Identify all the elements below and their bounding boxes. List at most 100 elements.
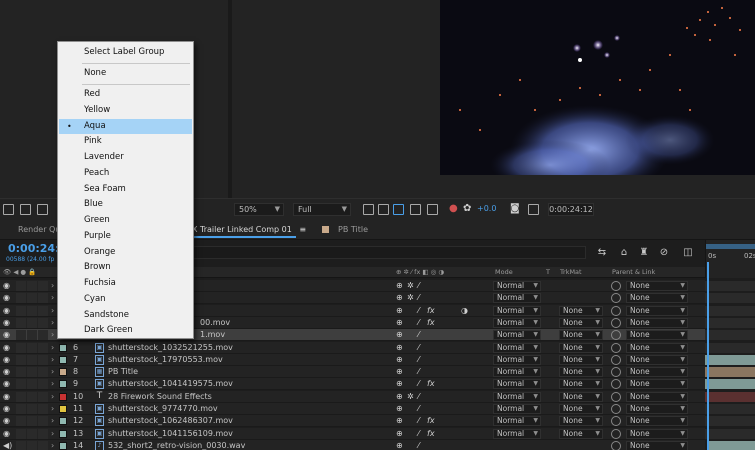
twirl-expand-icon[interactable]: › — [51, 392, 54, 401]
lock-toggle[interactable] — [38, 317, 48, 328]
shy-switch-icon[interactable]: ⊕ — [396, 367, 403, 376]
fx-switch-icon[interactable]: fx — [427, 318, 435, 327]
layer-row[interactable]: ◉ › 8 ▦ PB Title ⊕ ⁄ Normal ▼ None ▼ None ▼ — [0, 366, 705, 379]
layer-name[interactable]: 1.mov — [200, 330, 225, 339]
layer-duration-bar[interactable] — [705, 317, 755, 328]
parent-select[interactable]: None ▼ — [626, 317, 688, 328]
audio-toggle[interactable] — [16, 379, 26, 390]
audio-toggle[interactable] — [16, 281, 26, 291]
grid-icon[interactable] — [20, 204, 31, 215]
quality-switch-icon[interactable]: ⁄ — [418, 429, 419, 438]
mask-icon[interactable] — [37, 204, 48, 215]
quality-switch-icon[interactable]: ⁄ — [418, 306, 419, 315]
visibility-eye-icon[interactable]: ◉ — [3, 294, 12, 302]
lock-toggle[interactable] — [38, 342, 48, 353]
menu-item-peach[interactable]: Peach — [59, 166, 192, 181]
pickwhip-icon[interactable] — [611, 330, 621, 341]
twirl-expand-icon[interactable]: › — [51, 293, 54, 302]
solo-toggle[interactable] — [27, 305, 37, 316]
audio-toggle[interactable] — [16, 342, 26, 353]
composition-preview[interactable] — [440, 0, 755, 175]
quality-switch-icon[interactable]: ⁄ — [418, 367, 419, 376]
layer-duration-bar[interactable] — [705, 404, 755, 414]
quality-switch-icon[interactable]: ⁄ — [418, 355, 419, 364]
draft-3d-icon[interactable]: ⌂ — [618, 247, 630, 258]
twirl-expand-icon[interactable]: › — [51, 318, 54, 327]
trkmat-select[interactable]: None ▼ — [559, 428, 603, 439]
trkmat-select[interactable]: None ▼ — [559, 379, 603, 390]
trkmat-select[interactable]: None ▼ — [559, 342, 603, 353]
shy-switch-icon[interactable]: ⊕ — [396, 355, 403, 364]
shy-switch-icon[interactable]: ⊕ — [396, 318, 403, 327]
menu-item-purple[interactable]: Purple — [59, 229, 192, 244]
solo-toggle[interactable] — [27, 379, 37, 390]
quality-switch-icon[interactable]: ⁄ — [418, 293, 419, 302]
pickwhip-icon[interactable] — [611, 281, 621, 291]
visibility-eye-icon[interactable]: ◉ — [3, 282, 12, 290]
camera-snapshot-icon[interactable]: ◙ — [510, 203, 520, 214]
quality-switch-icon[interactable]: ⁄ — [418, 404, 419, 413]
blend-mode-select[interactable]: Normal ▼ — [493, 391, 541, 402]
parent-column-header[interactable]: Parent & Link — [612, 268, 655, 276]
solo-toggle[interactable] — [27, 404, 37, 414]
show-snapshot-icon[interactable] — [528, 204, 539, 215]
solo-toggle[interactable] — [27, 330, 37, 341]
pickwhip-icon[interactable] — [611, 379, 621, 390]
twirl-expand-icon[interactable]: › — [51, 379, 54, 388]
composition-mini-flowchart-icon[interactable]: ⇆ — [596, 247, 608, 258]
shy-switch-icon[interactable]: ⊕ — [396, 429, 403, 438]
menu-item-cyan[interactable]: Cyan — [59, 292, 192, 307]
visibility-eye-icon[interactable]: ◉ — [3, 318, 12, 326]
pickwhip-icon[interactable] — [611, 317, 621, 328]
shy-switch-icon[interactable]: ⊕ — [396, 306, 403, 315]
parent-select[interactable]: None ▼ — [626, 354, 688, 365]
layer-name[interactable]: shutterstock_1062486307.mov — [108, 416, 233, 425]
audio-toggle[interactable] — [16, 317, 26, 328]
shy-layers-icon[interactable]: ♜ — [638, 247, 650, 258]
adjustment-switch-icon[interactable]: ◑ — [461, 306, 468, 315]
blend-mode-select[interactable]: Normal ▼ — [493, 404, 541, 414]
audio-icon[interactable]: ◀) — [3, 441, 12, 449]
solo-toggle[interactable] — [27, 428, 37, 439]
fx-switch-icon[interactable]: fx — [427, 379, 435, 388]
label-color-box[interactable] — [59, 380, 67, 389]
visibility-eye-icon[interactable]: ◉ — [3, 380, 12, 388]
blend-mode-select[interactable]: Normal ▼ — [493, 428, 541, 439]
trkmat-select[interactable]: None ▼ — [559, 354, 603, 365]
tab-comp-active[interactable]: X Trailer Linked Comp 01 ≡ — [192, 225, 306, 234]
label-color-box[interactable] — [59, 405, 67, 413]
blend-mode-select[interactable]: Normal ▼ — [493, 379, 541, 390]
views-layout-icon[interactable] — [427, 204, 438, 215]
lock-toggle[interactable] — [38, 416, 48, 427]
quality-switch-icon[interactable]: ⁄ — [418, 318, 419, 327]
menu-item-fuchsia[interactable]: Fuchsia — [59, 276, 192, 291]
blend-mode-select[interactable]: Normal ▼ — [493, 317, 541, 328]
parent-select[interactable]: None ▼ — [626, 379, 688, 390]
parent-select[interactable]: None ▼ — [626, 440, 688, 450]
blend-mode-select[interactable]: Normal ▼ — [493, 305, 541, 316]
layer-duration-bar[interactable] — [708, 440, 755, 450]
label-color-box[interactable] — [59, 441, 67, 450]
region-of-interest-icon[interactable] — [363, 204, 374, 215]
lock-toggle[interactable] — [38, 305, 48, 316]
current-time-display[interactable]: 0:00:24:12 — [548, 203, 594, 216]
twirl-expand-icon[interactable]: › — [51, 343, 54, 352]
exposure-value[interactable]: +0.0 — [477, 204, 496, 213]
shy-switch-icon[interactable]: ⊕ — [396, 343, 403, 352]
fx-switch-icon[interactable]: fx — [427, 416, 435, 425]
quality-switch-icon[interactable]: ⁄ — [418, 281, 419, 290]
tab-pb-title[interactable]: PB Title — [338, 225, 368, 234]
transparency-grid-icon[interactable] — [378, 204, 389, 215]
work-area-bar[interactable] — [706, 244, 755, 249]
blend-mode-select[interactable]: Normal ▼ — [493, 293, 541, 304]
audio-toggle[interactable] — [16, 367, 26, 378]
visibility-eye-icon[interactable]: ◉ — [3, 368, 12, 376]
shy-switch-icon[interactable]: ⊕ — [396, 379, 403, 388]
layer-name[interactable]: PB Title — [108, 367, 138, 376]
lock-toggle[interactable] — [38, 440, 48, 450]
quality-switch-icon[interactable]: ⁄ — [418, 379, 419, 388]
menu-item-aqua[interactable]: • Aqua — [59, 118, 192, 134]
pickwhip-icon[interactable] — [611, 293, 621, 304]
audio-toggle[interactable] — [16, 404, 26, 414]
visibility-eye-icon[interactable]: ◉ — [3, 343, 12, 351]
